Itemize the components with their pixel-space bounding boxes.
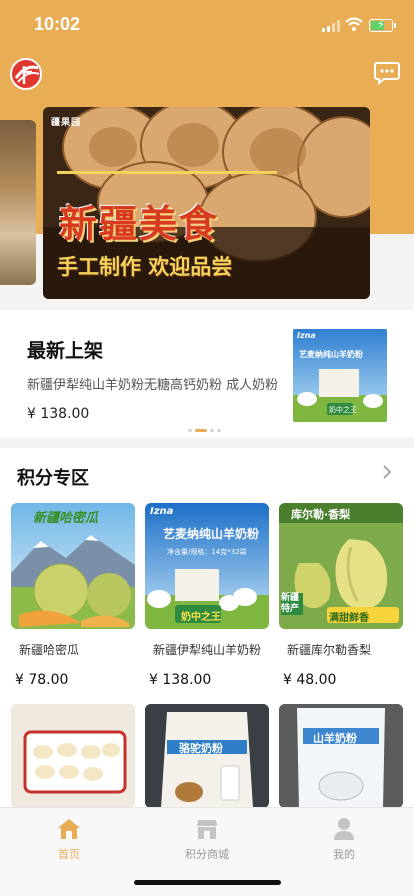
banner-title: 新疆美食 bbox=[59, 201, 220, 246]
tab-label: 首页 bbox=[58, 848, 80, 861]
product-image-text: 山羊奶粉 bbox=[313, 732, 357, 745]
product-image-text: 骆驼奶粉 bbox=[179, 742, 223, 755]
product-image-text: 艺麦纳纯山羊奶粉 bbox=[163, 527, 260, 541]
product-image-brand: Izna bbox=[150, 506, 174, 517]
product-image-tag: 新疆特产 bbox=[281, 593, 303, 615]
tab-points-mall[interactable]: 积分商城 bbox=[162, 816, 252, 862]
product-image-text: 库尔勒·香梨 bbox=[291, 508, 351, 521]
product-name: 新疆伊犁纯山羊奶粉 bbox=[153, 643, 262, 657]
product-image-goat-milk: Izna 艺麦纳纯山羊奶粉 净含量/规格：14克*32袋 奶中之王 bbox=[145, 503, 269, 629]
product-image-tag: 满甜鲜香 bbox=[329, 613, 369, 624]
newest-title: 最新上架 bbox=[27, 340, 104, 362]
home-icon bbox=[58, 819, 80, 839]
points-zone-title: 积分专区 bbox=[17, 468, 89, 489]
product-price: ¥ 138.00 bbox=[149, 672, 212, 688]
tab-mine[interactable]: 我的 bbox=[299, 816, 389, 862]
store-icon bbox=[197, 820, 217, 839]
product-name: 新疆哈密瓜 bbox=[19, 643, 80, 657]
brand-logo-icon[interactable] bbox=[10, 58, 42, 90]
message-icon[interactable] bbox=[374, 61, 400, 85]
points-zone-section: 积分专区 新疆哈密瓜 新疆哈密瓜 ¥ 78.00 Izna 艺麦纳纯山羊奶粉 净… bbox=[0, 448, 414, 808]
product-card[interactable]: Izna 艺麦纳纯山羊奶粉 净含量/规格：14克*32袋 奶中之王 新疆伊犁纯山… bbox=[145, 503, 269, 688]
app-screen: 10:02 ⚡ 疆果园 新疆美食 手工制作 欢迎品尝 最新上架 新疆伊犁纯山羊奶… bbox=[0, 0, 414, 896]
banner-previous-slide[interactable] bbox=[0, 120, 36, 285]
newest-product-price: ¥ 138.00 bbox=[27, 406, 90, 422]
product-image-camel-milk bbox=[145, 704, 269, 808]
product-card[interactable]: 山羊奶粉 bbox=[279, 704, 403, 808]
product-image-text: 新疆哈密瓜 bbox=[33, 511, 99, 526]
newest-product-image[interactable]: Izna 艺麦纳纯山羊奶粉 奶中之王 bbox=[293, 329, 387, 422]
banner-slide[interactable]: 疆果园 新疆美食 手工制作 欢迎品尝 bbox=[43, 107, 370, 299]
chevron-right-icon[interactable] bbox=[382, 465, 392, 479]
product-price: ¥ 78.00 bbox=[15, 672, 69, 688]
user-icon bbox=[334, 818, 354, 840]
newest-image-brand: Izna bbox=[297, 331, 316, 340]
product-card[interactable] bbox=[11, 704, 135, 808]
status-bar: 10:02 ⚡ bbox=[0, 0, 414, 50]
tab-home[interactable]: 首页 bbox=[24, 816, 114, 862]
banner-brand-logo: 疆果园 bbox=[51, 118, 82, 128]
newest-image-tag: 奶中之王 bbox=[329, 406, 357, 414]
carousel-dots bbox=[188, 420, 224, 432]
newest-section[interactable]: 最新上架 新疆伊犁纯山羊奶粉无糖高钙奶粉 成人奶粉 ¥ 138.00 Izna … bbox=[0, 310, 414, 438]
newest-product-name: 新疆伊犁纯山羊奶粉无糖高钙奶粉 成人奶粉 bbox=[27, 378, 279, 393]
product-image-dumplings bbox=[11, 704, 135, 808]
home-indicator[interactable] bbox=[134, 880, 281, 885]
battery-icon: ⚡ bbox=[369, 18, 396, 32]
product-card[interactable]: 新疆哈密瓜 新疆哈密瓜 ¥ 78.00 bbox=[11, 503, 135, 688]
wifi-icon bbox=[345, 17, 363, 31]
product-price: ¥ 48.00 bbox=[283, 672, 337, 688]
product-image-spec: 净含量/规格：14克*32袋 bbox=[167, 548, 247, 556]
product-image-goat-milk-bag bbox=[279, 704, 403, 808]
signal-icon bbox=[322, 20, 340, 32]
banner-subtitle: 手工制作 欢迎品尝 bbox=[57, 255, 233, 279]
product-card[interactable]: 库尔勒·香梨 新疆特产 满甜鲜香 新疆库尔勒香梨 ¥ 48.00 bbox=[279, 503, 403, 688]
status-time: 10:02 bbox=[34, 14, 81, 34]
tab-label: 我的 bbox=[333, 848, 355, 861]
product-name: 新疆库尔勒香梨 bbox=[287, 643, 372, 657]
product-image-tag: 奶中之王 bbox=[181, 612, 221, 623]
product-image-pear: 库尔勒·香梨 新疆特产 满甜鲜香 bbox=[279, 503, 403, 629]
tab-label: 积分商城 bbox=[185, 848, 229, 861]
newest-image-title: 艺麦纳纯山羊奶粉 bbox=[299, 350, 363, 359]
product-image-melon: 新疆哈密瓜 bbox=[11, 503, 135, 629]
product-card[interactable]: 骆驼奶粉 bbox=[145, 704, 269, 808]
